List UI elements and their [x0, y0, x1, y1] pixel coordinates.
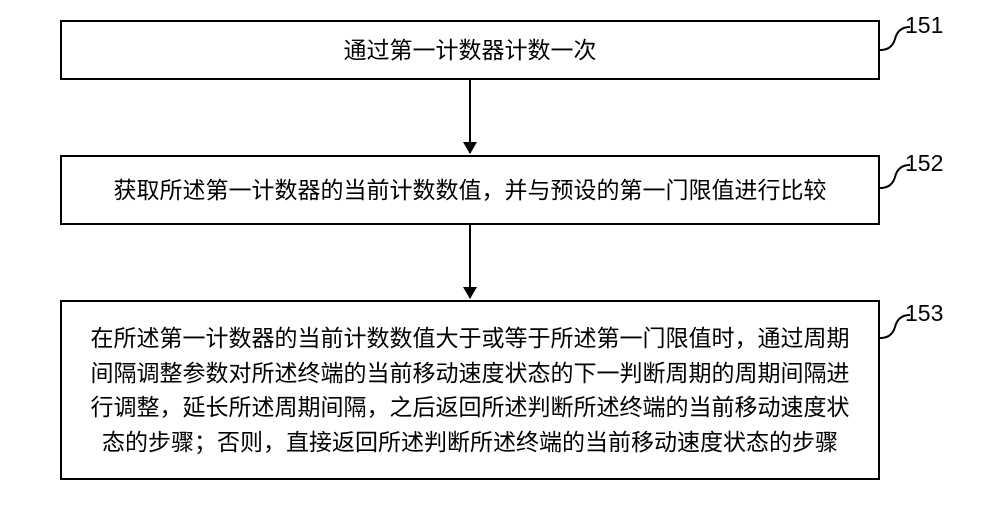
step-box-152: 获取所述第一计数器的当前计数数值，并与预设的第一门限值进行比较: [60, 155, 880, 225]
step-box-151: 通过第一计数器计数一次: [60, 20, 880, 80]
step-text: 在所述第一计数器的当前计数数值大于或等于所述第一门限值时，通过周期间隔调整参数对…: [82, 321, 858, 459]
step-box-153: 在所述第一计数器的当前计数数值大于或等于所述第一门限值时，通过周期间隔调整参数对…: [60, 300, 880, 480]
step-text: 获取所述第一计数器的当前计数数值，并与预设的第一门限值进行比较: [114, 173, 827, 208]
flow-arrow: [469, 225, 471, 298]
flowchart-container: 通过第一计数器计数一次 151 获取所述第一计数器的当前计数数值，并与预设的第一…: [0, 0, 1000, 517]
step-text: 通过第一计数器计数一次: [344, 33, 597, 68]
flow-arrow: [469, 80, 471, 153]
step-label: 152: [905, 150, 943, 177]
step-label: 151: [905, 12, 943, 39]
step-label: 153: [905, 300, 943, 327]
